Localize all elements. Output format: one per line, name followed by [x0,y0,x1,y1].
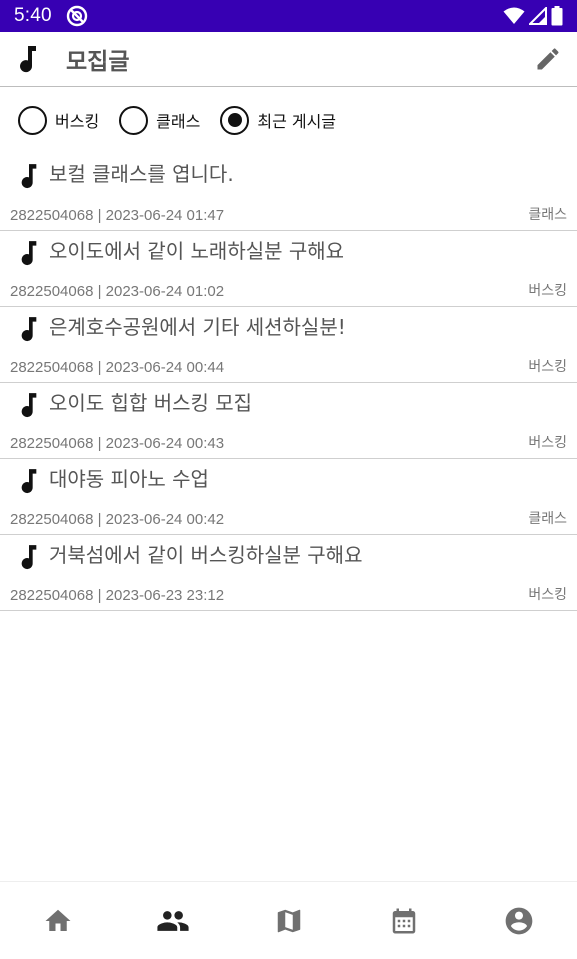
post-category: 클래스 [528,207,567,223]
post-meta: 2822504068 | 2023-06-24 00:42 [10,511,225,528]
post-category: 버스킹 [528,587,567,603]
radio-circle-recent[interactable] [220,105,250,135]
page-title: 모집글 [66,49,130,75]
music-note-icon [18,391,40,419]
status-bar: 5:40 [0,0,577,32]
post-meta: 2822504068 | 2023-06-24 01:47 [10,207,225,224]
post-meta: 2822504068 | 2023-06-23 23:12 [10,587,225,604]
post-title: 오이도에서 같이 노래하실분 구해요 [49,239,345,263]
bottom-navigation [0,881,577,959]
music-note-icon [18,543,40,571]
account-circle-icon [505,907,533,934]
radio-circle-class[interactable] [119,105,149,135]
post-category: 버스킹 [528,283,567,299]
post-meta: 2822504068 | 2023-06-24 01:02 [10,283,225,300]
radio-option-recent[interactable]: 최근 게시글 [220,105,337,135]
post-category: 클래스 [528,511,567,527]
app-notification-icon [66,5,88,27]
post-item[interactable]: 거북섬에서 같이 버스킹하실분 구해요 2822504068 | 2023-06… [0,535,577,611]
battery-icon [551,6,563,26]
post-title: 은계호수공원에서 기타 세션하실분! [49,315,346,339]
people-icon [157,910,189,931]
radio-selected-dot [227,113,242,127]
cellular-signal-icon [529,7,547,25]
edit-pencil-icon [537,48,559,70]
map-icon [277,909,300,932]
calendar-icon [392,908,416,933]
post-list: 보컬 클래스를 엽니다. 2822504068 | 2023-06-24 01:… [0,154,577,611]
radio-label-busking: 버스킹 [55,112,100,131]
filter-radio-group: 버스킹 클래스 최근 게시글 [0,100,577,140]
radio-circle-busking[interactable] [18,105,47,135]
status-icons [503,6,563,26]
radio-label-recent: 최근 게시글 [257,112,337,131]
wifi-icon [503,7,525,25]
post-category: 버스킹 [528,359,567,375]
post-title: 거북섬에서 같이 버스킹하실분 구해요 [49,543,363,567]
post-meta: 2822504068 | 2023-06-24 00:44 [10,359,225,376]
edit-button[interactable] [531,42,565,76]
music-note-icon [16,44,40,74]
radio-label-class: 클래스 [156,112,201,131]
post-item[interactable]: 대야동 피아노 수업 2822504068 | 2023-06-24 00:42… [0,459,577,535]
post-title: 대야동 피아노 수업 [49,467,209,491]
post-item[interactable]: 오이도에서 같이 노래하실분 구해요 2822504068 | 2023-06-… [0,231,577,307]
nav-calendar[interactable] [346,882,461,959]
nav-map[interactable] [231,882,346,959]
post-title: 보컬 클래스를 엽니다. [49,162,234,186]
music-note-icon [18,162,40,190]
post-category: 버스킹 [528,435,567,451]
home-icon [45,909,71,931]
post-item[interactable]: 오이도 힙합 버스킹 모집 2822504068 | 2023-06-24 00… [0,383,577,459]
nav-people[interactable] [115,882,230,959]
app-bar: 모집글 [0,32,577,87]
radio-option-busking[interactable]: 버스킹 [18,105,100,135]
post-title: 오이도 힙합 버스킹 모집 [49,391,253,415]
radio-option-class[interactable]: 클래스 [119,105,201,135]
music-note-icon [18,315,40,343]
music-note-icon [18,467,40,495]
music-note-icon [18,239,40,267]
post-meta: 2822504068 | 2023-06-24 00:43 [10,435,225,452]
post-item[interactable]: 은계호수공원에서 기타 세션하실분! 2822504068 | 2023-06-… [0,307,577,383]
status-time: 5:40 [14,5,52,26]
nav-home[interactable] [0,882,115,959]
post-item[interactable]: 보컬 클래스를 엽니다. 2822504068 | 2023-06-24 01:… [0,154,577,231]
nav-account[interactable] [462,882,577,959]
